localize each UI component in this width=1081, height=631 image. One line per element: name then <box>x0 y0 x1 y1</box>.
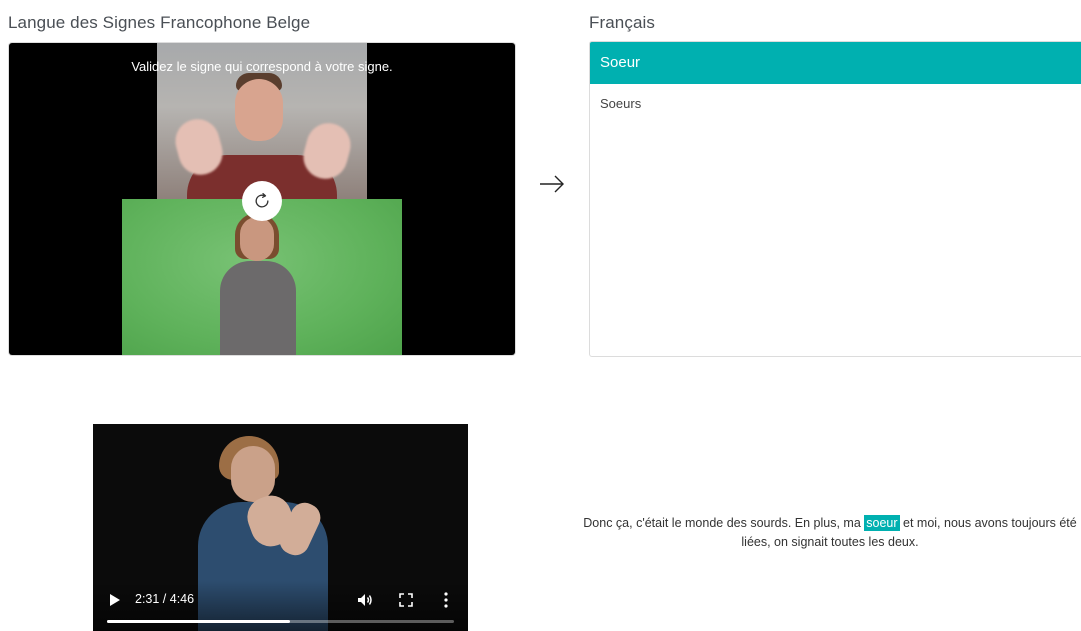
caption-before: Donc ça, c'était le monde des sourds. En… <box>583 516 865 530</box>
target-language-title: Français <box>589 13 655 32</box>
fullscreen-icon[interactable] <box>399 593 413 607</box>
more-vertical-icon[interactable] <box>443 592 449 608</box>
video-progress-fill <box>107 620 291 623</box>
video-caption: Donc ça, c'était le monde des sourds. En… <box>580 514 1080 552</box>
caption-highlight: soeur <box>864 515 900 531</box>
replay-icon <box>255 193 269 208</box>
video-time: 2:31 / 4:46 <box>135 592 195 606</box>
page: Langue des Signes Francophone Belge Fran… <box>0 0 1081 631</box>
result-item-soeur[interactable]: Soeur <box>590 42 1081 84</box>
volume-icon[interactable] <box>357 593 373 607</box>
video-progress-bar[interactable] <box>107 620 454 623</box>
result-item-soeurs[interactable]: Soeurs <box>590 84 1081 124</box>
play-icon[interactable] <box>109 593 121 607</box>
instruction-text: Validez le signe qui correspond à votre … <box>131 59 393 74</box>
reference-sign-video[interactable] <box>122 199 402 355</box>
source-language-title: Langue des Signes Francophone Belge <box>8 13 311 32</box>
replay-button[interactable] <box>242 181 282 221</box>
translation-results-list: Soeur Soeurs <box>589 41 1081 357</box>
arrow-right-icon <box>540 175 564 193</box>
sign-comparison-panel: Validez le signe qui correspond à votre … <box>9 43 515 355</box>
video-controls: 2:31 / 4:46 <box>93 581 468 631</box>
example-video-player[interactable]: 2:31 / 4:46 <box>93 424 468 631</box>
